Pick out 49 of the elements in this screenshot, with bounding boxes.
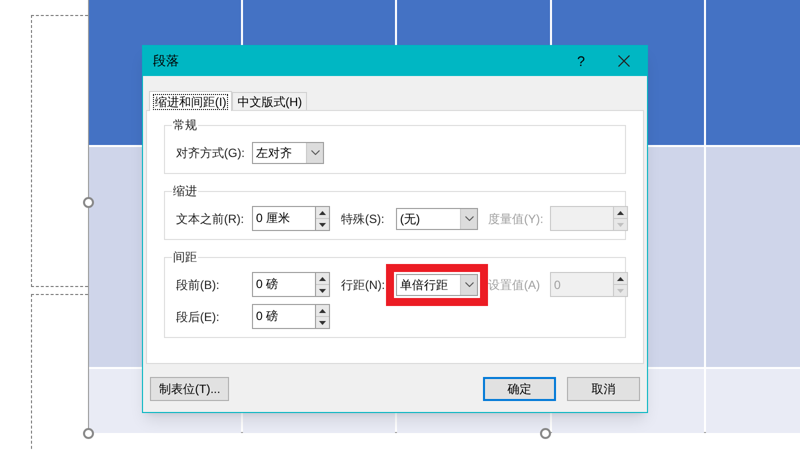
spin-up-button[interactable] (614, 207, 627, 219)
field-label: 设置值(A) (488, 276, 541, 294)
down-arrow-icon (617, 288, 624, 292)
field-label: 行距(N): (341, 276, 386, 294)
tab[interactable]: 缩进和间距(I) (149, 91, 232, 111)
group-title: 间距 (172, 249, 198, 265)
up-arrow-icon (617, 210, 624, 214)
field-label: 文本之前(R): (176, 210, 245, 228)
spin-down-button[interactable] (316, 219, 329, 230)
down-arrow-icon (617, 222, 624, 226)
field-label: 段前(B): (176, 276, 220, 294)
dropdown[interactable]: 单倍行距 (396, 274, 478, 296)
number-field[interactable]: 0 磅 (252, 272, 316, 297)
chevron-icon (310, 150, 320, 155)
tab[interactable]: 中文版式(H) (232, 92, 307, 110)
field-label: 度量值(Y): (488, 210, 544, 228)
down-arrow-icon (319, 222, 326, 226)
window-title: 段落 (153, 52, 180, 70)
spin-up-button[interactable] (316, 305, 329, 317)
spin-down-button[interactable] (316, 285, 329, 296)
spin-down-button[interactable] (316, 317, 329, 328)
chevron-icon (464, 216, 474, 221)
field-label: 特殊(S): (341, 210, 386, 228)
dropdown[interactable]: 左对齐 (252, 142, 324, 164)
dropdown[interactable]: (无) (396, 208, 478, 230)
help-button[interactable]: ? (561, 46, 601, 76)
spin-up-button[interactable] (316, 207, 329, 219)
up-arrow-icon (319, 210, 326, 214)
group-title: 缩进 (172, 183, 198, 199)
dialog-button[interactable]: 制表位(T)... (150, 377, 230, 401)
spin-up-button[interactable] (614, 273, 627, 285)
down-arrow-icon (319, 288, 326, 292)
resize-handle[interactable] (540, 428, 551, 439)
field-label: 段后(E): (176, 308, 220, 326)
up-arrow-icon (319, 276, 326, 280)
down-arrow-icon (319, 320, 326, 324)
close-icon (618, 55, 630, 67)
dialog-button[interactable]: 确定 (483, 377, 556, 401)
resize-handle[interactable] (83, 428, 94, 439)
up-arrow-icon (617, 276, 624, 280)
spin-up-button[interactable] (316, 273, 329, 285)
resize-handle[interactable] (83, 197, 94, 208)
up-arrow-icon (319, 308, 326, 312)
group-title: 常规 (172, 117, 198, 133)
chevron-icon (464, 282, 474, 287)
number-field[interactable]: 0 磅 (252, 304, 316, 329)
dialog-button[interactable]: 取消 (567, 377, 640, 401)
number-field[interactable]: 0 厘米 (252, 206, 316, 231)
field-label: 对齐方式(G): (176, 144, 246, 162)
